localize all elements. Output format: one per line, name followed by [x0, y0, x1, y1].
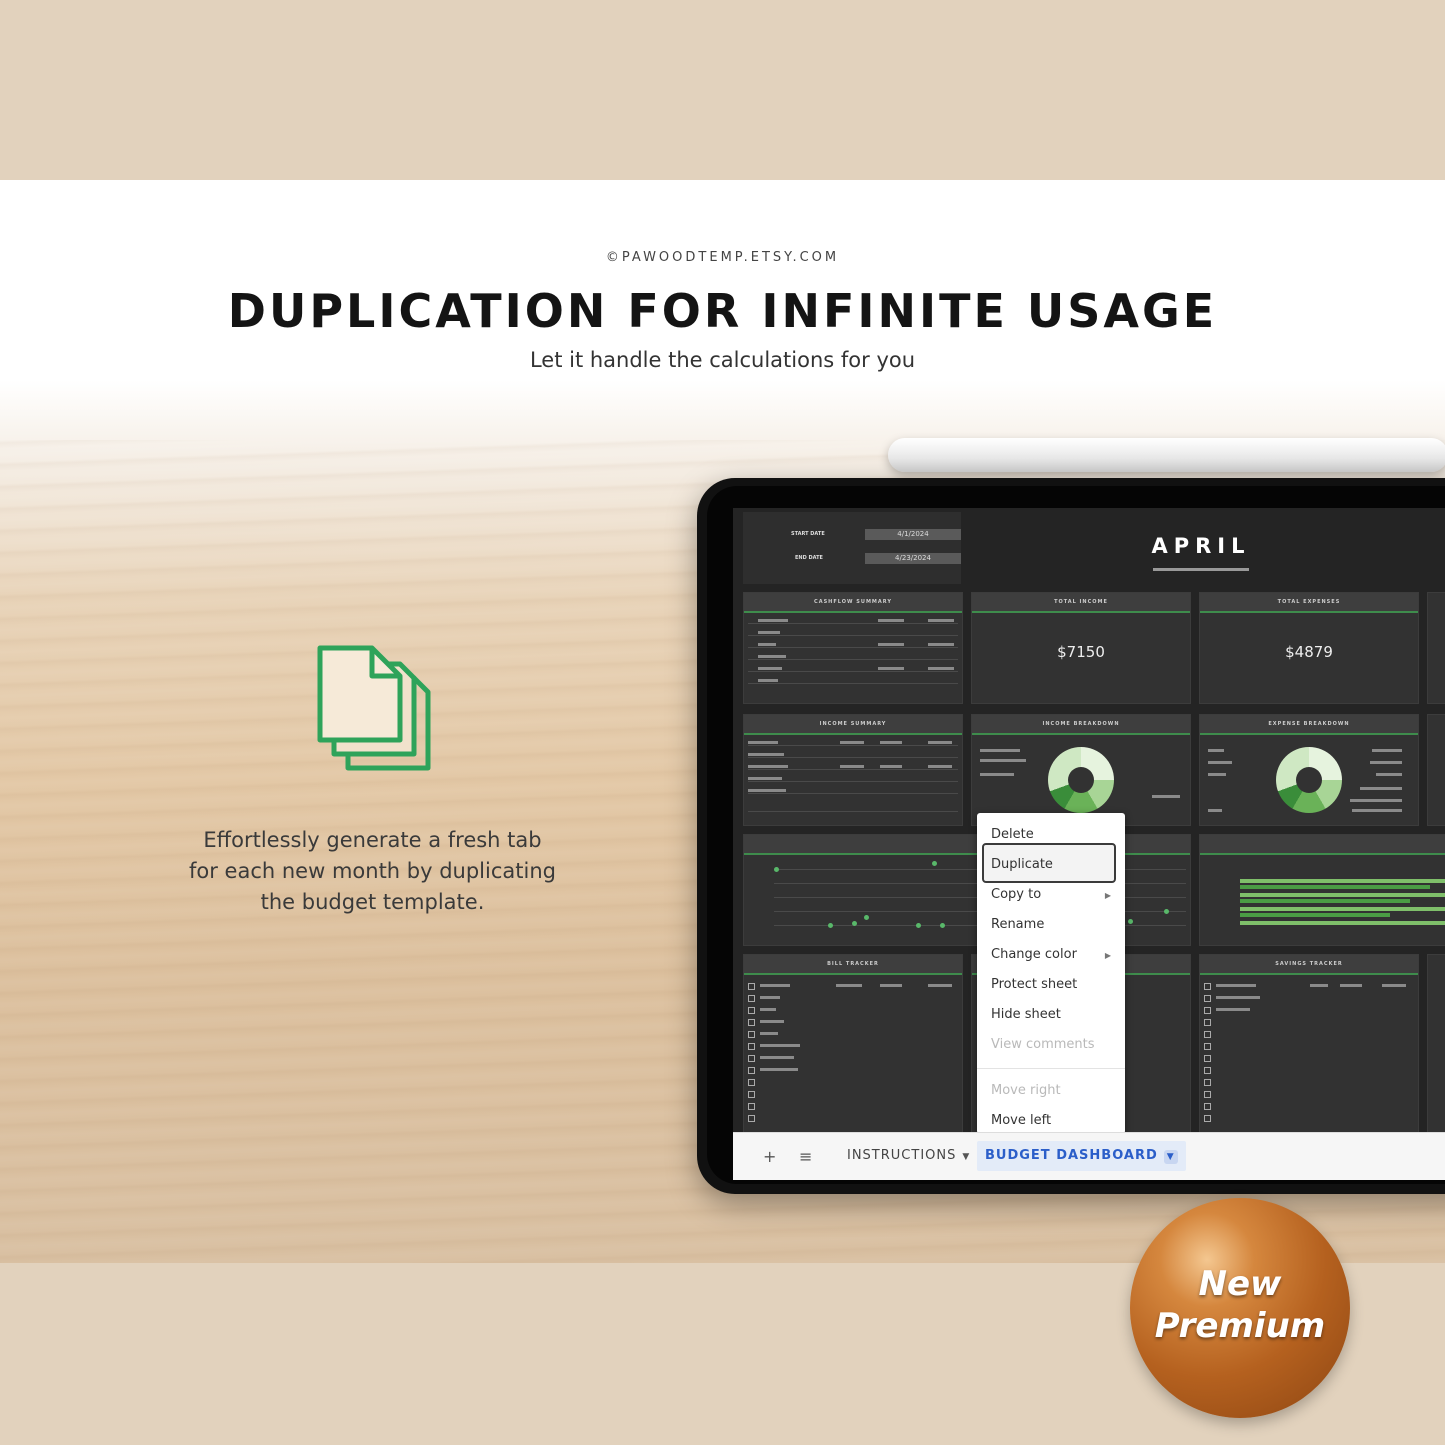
tab-label: BUDGET DASHBOARD: [985, 1148, 1158, 1163]
bill-tracker-header: BILL TRACKER: [744, 955, 962, 975]
end-date-value[interactable]: 4/23/2024: [865, 553, 961, 564]
savings-tracker-panel: SAVINGS TRACKER: [1199, 954, 1419, 1134]
month-title: APRIL: [1151, 534, 1251, 558]
tab-label: INSTRUCTIONS: [847, 1148, 957, 1163]
apple-pencil: [888, 438, 1445, 472]
start-date-label: START DATE: [791, 531, 825, 537]
menu-item-delete[interactable]: Delete: [991, 827, 1034, 842]
tablet-bezel: START DATE 4/1/2024 END DATE 4/23/2024 A…: [707, 486, 1445, 1184]
all-sheets-menu-icon[interactable]: ≡: [799, 1147, 812, 1166]
top-band: [0, 0, 1445, 180]
total-income-header: TOTAL INCOME: [972, 593, 1190, 613]
total-income-panel: TOTAL INCOME $7150: [971, 592, 1191, 704]
panel-partial: [1427, 592, 1445, 704]
month-subtitle: [1153, 568, 1249, 571]
start-date-value[interactable]: 4/1/2024: [865, 529, 961, 540]
budget-dashboard-sheet[interactable]: START DATE 4/1/2024 END DATE 4/23/2024 A…: [733, 508, 1445, 1134]
expense-breakdown-header: EXPENSE BREAKDOWN: [1200, 715, 1418, 735]
menu-item-move-right: Move right: [991, 1083, 1061, 1098]
expense-breakdown-panel: EXPENSE BREAKDOWN: [1199, 714, 1419, 826]
submenu-arrow-icon: ▶: [1104, 891, 1111, 900]
menu-item-view-comments: View comments: [991, 1037, 1095, 1052]
total-expenses-value: $4879: [1285, 643, 1333, 661]
page-title: DUPLICATION FOR INFINITE USAGE: [227, 284, 1218, 338]
menu-item-hide-sheet[interactable]: Hide sheet: [991, 1007, 1061, 1022]
income-breakdown-panel: INCOME BREAKDOWN: [971, 714, 1191, 826]
site-credit: ©PAWOODTEMP.ETSY.COM: [605, 250, 840, 265]
add-sheet-icon[interactable]: +: [763, 1147, 776, 1166]
tab-instructions[interactable]: INSTRUCTIONS ▼: [839, 1141, 978, 1171]
panel-partial: [1427, 954, 1445, 1134]
savings-tracker-header: SAVINGS TRACKER: [1200, 955, 1418, 975]
description-line: the budget template.: [260, 890, 485, 914]
promo-card: ©PAWOODTEMP.ETSY.COM DUPLICATION FOR INF…: [0, 180, 1445, 1263]
description-line: Effortlessly generate a fresh tab: [203, 828, 542, 852]
total-expenses-panel: TOTAL EXPENSES $4879: [1199, 592, 1419, 704]
tab-budget-dashboard[interactable]: BUDGET DASHBOARD ▼: [977, 1141, 1186, 1171]
menu-item-move-left[interactable]: Move left: [991, 1113, 1051, 1128]
badge-line-1: New: [1198, 1264, 1282, 1304]
tablet-screen: START DATE 4/1/2024 END DATE 4/23/2024 A…: [733, 508, 1445, 1180]
duplicate-documents-icon: [317, 645, 431, 771]
description: Effortlessly generate a fresh tab for ea…: [150, 825, 595, 918]
panel-partial: [1427, 714, 1445, 826]
date-range-box: START DATE 4/1/2024 END DATE 4/23/2024: [743, 512, 961, 584]
cashflow-summary-panel: CASHFLOW SUMMARY: [743, 592, 963, 704]
menu-item-duplicate[interactable]: Duplicate: [991, 857, 1053, 872]
budget-vs-actual-panel: [1199, 834, 1445, 946]
new-premium-badge: New Premium: [1130, 1198, 1350, 1418]
sheet-tab-bar: + ≡ INSTRUCTIONS ▼ BUDGET DASHBOARD ▼: [733, 1132, 1445, 1180]
income-summary-panel: INCOME SUMMARY: [743, 714, 963, 826]
cashflow-summary-header: CASHFLOW SUMMARY: [744, 593, 962, 613]
submenu-arrow-icon: ▶: [1104, 951, 1111, 960]
bill-tracker-panel: BILL TRACKER: [743, 954, 963, 1134]
income-breakdown-header: INCOME BREAKDOWN: [972, 715, 1190, 735]
total-expenses-header: TOTAL EXPENSES: [1200, 593, 1418, 613]
tab-dropdown-icon[interactable]: ▼: [962, 1152, 970, 1162]
page-subtitle: Let it handle the calculations for you: [529, 348, 916, 372]
menu-separator: [977, 1068, 1125, 1069]
menu-item-rename[interactable]: Rename: [991, 917, 1044, 932]
total-income-value: $7150: [1057, 643, 1105, 661]
badge-line-2: Premium: [1154, 1306, 1326, 1346]
description-line: for each new month by duplicating: [189, 859, 556, 883]
tab-dropdown-icon[interactable]: ▼: [1163, 1150, 1178, 1164]
income-donut-chart: [1048, 747, 1114, 813]
tablet-device: START DATE 4/1/2024 END DATE 4/23/2024 A…: [697, 478, 1445, 1194]
end-date-label: END DATE: [795, 555, 823, 561]
income-summary-header: INCOME SUMMARY: [744, 715, 962, 735]
menu-item-change-color[interactable]: Change color: [991, 947, 1077, 962]
menu-item-protect-sheet[interactable]: Protect sheet: [991, 977, 1077, 992]
menu-item-copy-to[interactable]: Copy to: [991, 887, 1041, 902]
sheet-context-menu: Delete Duplicate Copy to ▶ Rename Change…: [977, 813, 1125, 1134]
expense-donut-chart: [1276, 747, 1342, 813]
